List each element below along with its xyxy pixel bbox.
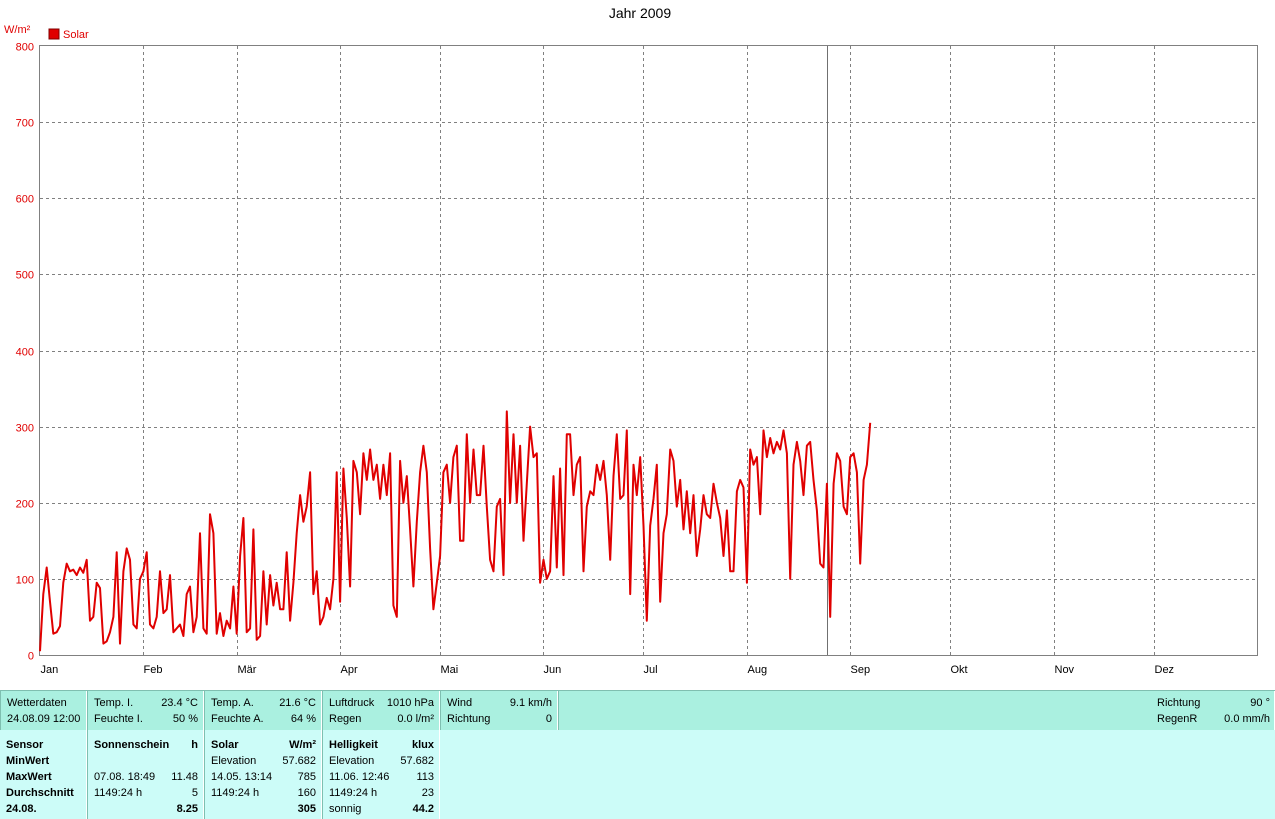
x-tick-label: Okt <box>951 664 968 676</box>
rain-rate-value: 0.0 mm/h <box>1224 713 1270 725</box>
solar-max-time: 14.05. 13:14 <box>211 771 273 783</box>
solar-chart: Jahr 2009 W/m² Solar 0 100 200 300 400 500 600… <box>0 0 1275 690</box>
temp-outdoor-label: Temp. A. <box>211 697 254 709</box>
sunshine-cell: Sonnenschein h 07.08. 18:49 11.48 1149:2… <box>87 730 204 819</box>
min-label: MinWert <box>6 755 50 767</box>
wind-cell: Wind 9.1 km/h Richtung 0 <box>440 691 558 730</box>
weather-data-panel: Wetterdaten 24.08.09 12:00 Temp. I. 23.4… <box>0 690 1275 730</box>
brightness-today-label: sonnig <box>329 803 362 815</box>
sunshine-unit: h <box>191 739 198 751</box>
y-tick-label: 100 <box>16 575 34 587</box>
x-tick-label: Mär <box>238 664 257 676</box>
sensor-header: Sensor <box>6 739 44 751</box>
chart-title: Jahr 2009 <box>609 5 671 21</box>
y-tick-label: 400 <box>16 347 34 359</box>
sunshine-avg-time: 1149:24 h <box>94 787 143 799</box>
y-tick-label: 0 <box>28 651 34 663</box>
brightness-min-value: 57.682 <box>400 755 434 767</box>
avg-label: Durchschnitt <box>6 787 74 799</box>
wind-direction-label: Richtung <box>447 713 491 725</box>
series-line-solar <box>39 410 872 652</box>
solar-title: Solar <box>211 739 239 751</box>
x-tick-label: Sep <box>851 664 871 676</box>
y-tick-label: 800 <box>16 42 34 54</box>
chart-canvas: Jahr 2009 W/m² Solar 0 100 200 300 400 500 600… <box>4 5 1258 676</box>
x-tick-label: Feb <box>144 664 163 676</box>
sunshine-title: Sonnenschein <box>94 739 170 751</box>
direction-cell: Richtung 90 ° RegenR 0.0 mm/h <box>558 691 1275 730</box>
temp-indoor-value: 23.4 °C <box>161 697 198 709</box>
temp-indoor-label: Temp. I. <box>94 697 134 709</box>
solar-unit: W/m² <box>289 739 316 751</box>
y-tick-label: 600 <box>16 194 34 206</box>
solar-avg-time: 1149:24 h <box>211 787 260 799</box>
weather-date-cell: Wetterdaten 24.08.09 12:00 <box>0 691 87 730</box>
x-tick-label: Aug <box>748 664 768 676</box>
sunshine-max-time: 07.08. 18:49 <box>94 771 156 783</box>
sensor-stats-panel: Sensor MinWert MaxWert Durchschnitt 24.0… <box>0 730 1275 819</box>
wind-value: 9.1 km/h <box>509 697 552 709</box>
brightness-today-value: 44.2 <box>412 803 434 815</box>
sunshine-today-value: 8.25 <box>176 803 198 815</box>
direction-value: 90 ° <box>1250 697 1270 709</box>
humidity-indoor-value: 50 % <box>172 713 198 725</box>
today-label: 24.08. <box>6 803 37 815</box>
solar-max-value: 785 <box>297 771 316 783</box>
x-tick-label: Apr <box>341 664 358 676</box>
humidity-outdoor-value: 64 % <box>290 713 316 725</box>
humidity-outdoor-label: Feuchte A. <box>211 713 264 725</box>
brightness-unit: klux <box>411 739 434 751</box>
brightness-max-time: 11.06. 12:46 <box>329 771 390 783</box>
pressure-cell: Luftdruck 1010 hPa Regen 0.0 l/m² <box>322 691 440 730</box>
legend-label: Solar <box>63 29 89 41</box>
rain-label: Regen <box>329 713 362 725</box>
indoor-cell: Temp. I. 23.4 °C Feuchte I. 50 % <box>87 691 204 730</box>
pressure-label: Luftdruck <box>329 697 375 709</box>
y-axis-unit: W/m² <box>4 24 31 36</box>
humidity-indoor-label: Feuchte I. <box>94 713 143 725</box>
rain-rate-label: RegenR <box>1157 713 1198 725</box>
wind-label: Wind <box>447 697 473 709</box>
sunshine-max-value: 11.48 <box>171 771 198 783</box>
wind-direction-value: 0 <box>545 713 552 725</box>
x-tick-label: Jul <box>644 664 658 676</box>
weather-timestamp: 24.08.09 12:00 <box>7 713 81 725</box>
x-tick-label: Dez <box>1155 664 1175 676</box>
y-tick-label: 500 <box>16 270 34 282</box>
x-tick-label: Jan <box>41 664 59 676</box>
outdoor-cell: Temp. A. 21.6 °C Feuchte A. 64 % <box>204 691 322 730</box>
brightness-title: Helligkeit <box>329 739 378 751</box>
brightness-max-value: 113 <box>416 771 434 783</box>
brightness-min-label: Elevation <box>329 755 375 767</box>
x-tick-label: Mai <box>441 664 459 676</box>
brightness-avg-time: 1149:24 h <box>329 787 378 799</box>
brightness-cell: Helligkeit klux Elevation 57.682 11.06. … <box>322 730 440 819</box>
solar-min-value: 57.682 <box>282 755 316 767</box>
solar-stats-cell: Solar W/m² Elevation 57.682 14.05. 13:14… <box>204 730 322 819</box>
y-tick-label: 300 <box>16 423 34 435</box>
max-label: MaxWert <box>6 771 52 783</box>
sensor-labels-cell: Sensor MinWert MaxWert Durchschnitt 24.0… <box>0 730 87 819</box>
sunshine-avg-value: 5 <box>191 787 198 799</box>
y-tick-label: 200 <box>16 499 34 511</box>
legend-swatch <box>48 28 60 40</box>
x-tick-label: Jun <box>544 664 562 676</box>
pressure-value: 1010 hPa <box>386 697 434 709</box>
solar-today-value: 305 <box>297 803 316 815</box>
weather-title: Wetterdaten <box>7 697 67 709</box>
solar-min-label: Elevation <box>211 755 257 767</box>
solar-avg-value: 160 <box>297 787 316 799</box>
direction-label: Richtung <box>1157 697 1201 709</box>
rain-value: 0.0 l/m² <box>397 713 434 725</box>
temp-outdoor-value: 21.6 °C <box>279 697 316 709</box>
x-tick-label: Nov <box>1055 664 1075 676</box>
y-tick-label: 700 <box>16 118 34 130</box>
brightness-avg-value: 23 <box>421 787 434 799</box>
